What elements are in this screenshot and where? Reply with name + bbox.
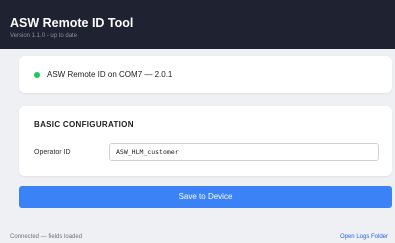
basic-configuration-card: BASIC CONFIGURATION Operator ID bbox=[19, 106, 392, 176]
app-version: Version 1.1.0 - up to date bbox=[10, 33, 78, 39]
save-to-device-button[interactable]: Save to Device bbox=[19, 186, 392, 208]
footer-status-text: Connected — fields loaded bbox=[10, 234, 83, 240]
app-title: ASW Remote ID Tool bbox=[10, 16, 134, 30]
status-dot-icon bbox=[34, 72, 40, 78]
operator-id-input[interactable] bbox=[109, 143, 379, 161]
operator-id-label: Operator ID bbox=[34, 149, 71, 156]
device-status-card: ASW Remote ID on COM7 — 2.0.1 bbox=[19, 56, 392, 93]
section-title: BASIC CONFIGURATION bbox=[34, 120, 134, 129]
device-status-text: ASW Remote ID on COM7 — 2.0.1 bbox=[47, 70, 173, 79]
app-header: ASW Remote ID Tool Version 1.1.0 - up to… bbox=[0, 0, 395, 49]
open-logs-folder-link[interactable]: Open Logs Folder bbox=[340, 233, 388, 241]
